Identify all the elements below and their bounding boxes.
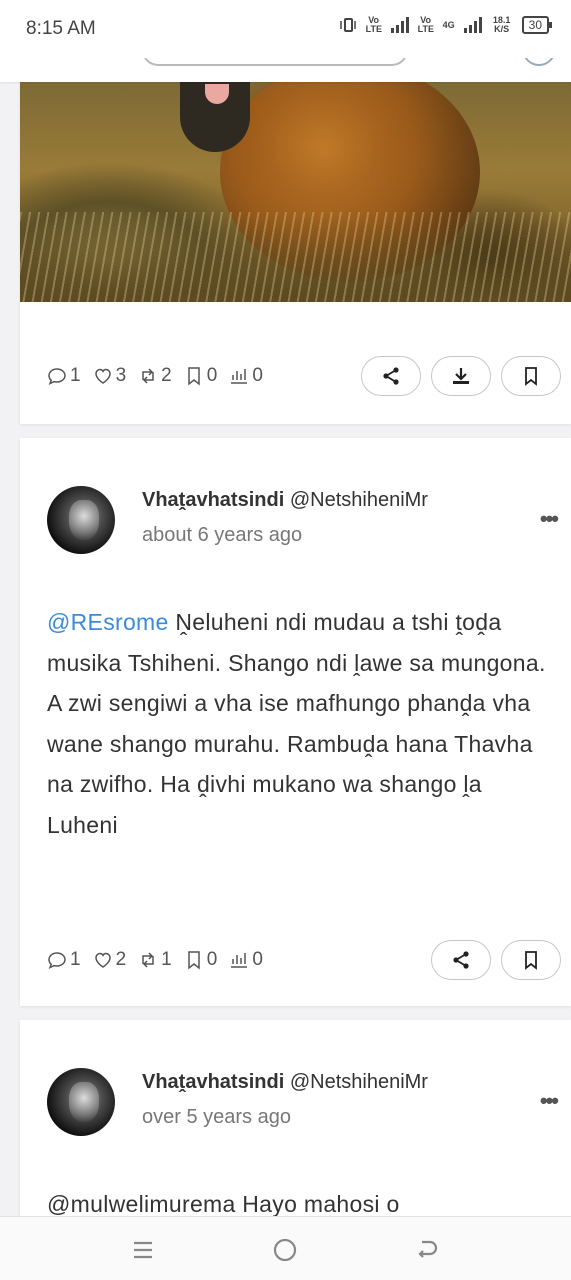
battery-icon: 30 <box>521 16 553 34</box>
post-actions: 1 3 2 0 0 <box>20 356 571 396</box>
post-text: Ṋeluheni ndi mudau a tshi ṱoḓa musika Ts… <box>47 609 546 838</box>
more-options-icon[interactable]: ••• <box>540 1088 559 1114</box>
post-time: over 5 years ago <box>142 1106 291 1128</box>
post-header: Vhaṱavhatsindi @NetshiheniMr over 5 year… <box>47 1068 559 1138</box>
share-button[interactable] <box>431 940 491 980</box>
author-handle: @NetshiheniMr <box>289 489 428 511</box>
network-label: 4G <box>442 19 455 30</box>
menu-icon[interactable] <box>130 1237 156 1263</box>
home-circle-icon[interactable] <box>272 1237 298 1263</box>
status-icons: Vo LTE Vo LTE 4G 18.1 K/S 30 <box>339 15 553 34</box>
save-button[interactable] <box>501 940 561 980</box>
heart-icon <box>94 368 111 384</box>
repost-icon <box>142 952 154 968</box>
post-card: 1 3 2 0 0 <box>20 58 571 424</box>
back-icon[interactable] <box>414 1237 440 1263</box>
author-name: Vhaṱavhatsindi <box>142 1071 285 1093</box>
app-header <box>0 44 571 82</box>
more-options-icon[interactable]: ••• <box>540 506 559 532</box>
post-author[interactable]: Vhaṱavhatsindi @NetshiheniMr <box>142 1071 428 1094</box>
repost-count[interactable]: 2 <box>138 365 172 387</box>
comment-count[interactable]: 1 <box>47 949 81 971</box>
mention-link[interactable]: @REsrome <box>47 609 169 635</box>
signal-icon-2 <box>463 17 482 33</box>
chart-icon <box>231 369 248 384</box>
post-header: Vhaṱavhatsindi @NetshiheniMr about 6 yea… <box>47 486 559 556</box>
post-actions: 1 2 1 0 0 <box>20 940 571 980</box>
vibrate-icon <box>339 18 356 32</box>
comment-icon <box>48 952 66 969</box>
battery-level: 30 <box>528 18 542 32</box>
net-speed: 18.1 K/S <box>492 15 511 34</box>
avatar[interactable] <box>47 1068 115 1136</box>
bookmark-icon <box>525 367 537 386</box>
bookmark-count[interactable]: 0 <box>184 365 217 387</box>
post-text: @mulwelimurema Hayo mahosi o <box>47 1191 400 1217</box>
status-bar: 8:15 AM Vo LTE Vo LTE 4G 18.1 K/S 30 <box>0 0 571 58</box>
download-button[interactable] <box>431 356 491 396</box>
bookmark-icon <box>187 951 200 970</box>
views-count: 0 <box>229 949 263 971</box>
views-count: 0 <box>229 365 263 387</box>
status-time: 8:15 AM <box>26 18 96 39</box>
post-card: Vhaṱavhatsindi @NetshiheniMr about 6 yea… <box>20 438 571 1006</box>
share-icon <box>453 951 469 969</box>
like-count[interactable]: 2 <box>93 949 126 971</box>
post-image[interactable] <box>20 82 571 302</box>
author-name: Vhaṱavhatsindi <box>142 489 285 511</box>
repost-icon <box>142 368 154 384</box>
like-count[interactable]: 3 <box>93 365 126 387</box>
volte-label-2: Vo LTE <box>417 15 434 34</box>
system-nav-bar <box>0 1216 571 1280</box>
post-author[interactable]: Vhaṱavhatsindi @NetshiheniMr <box>142 489 428 512</box>
chart-icon <box>231 953 248 968</box>
bookmark-icon <box>187 367 200 386</box>
repost-count[interactable]: 1 <box>138 949 172 971</box>
comment-icon <box>48 368 66 385</box>
download-icon <box>453 368 469 384</box>
post-body: @REsrome Ṋeluheni ndi mudau a tshi ṱoḓa … <box>47 602 547 845</box>
author-handle: @NetshiheniMr <box>289 1071 428 1093</box>
bookmark-count[interactable]: 0 <box>184 949 217 971</box>
signal-icon <box>390 17 409 33</box>
post-time: about 6 years ago <box>142 524 303 546</box>
bookmark-icon <box>525 951 537 970</box>
avatar[interactable] <box>47 486 115 554</box>
save-button[interactable] <box>501 356 561 396</box>
heart-icon <box>94 952 111 968</box>
share-icon <box>383 367 399 385</box>
share-button[interactable] <box>361 356 421 396</box>
volte-label-1: Vo LTE <box>365 15 382 34</box>
comment-count[interactable]: 1 <box>47 365 81 387</box>
